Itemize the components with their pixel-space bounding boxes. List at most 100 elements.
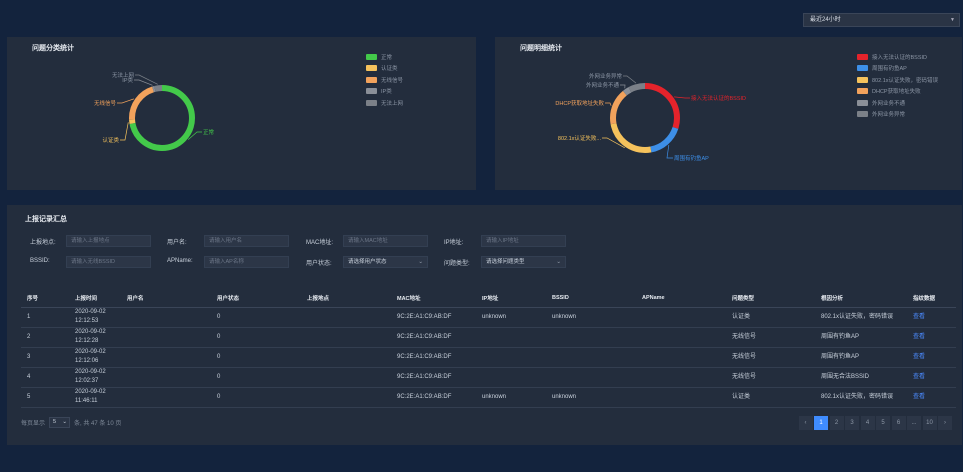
legend-label: IP类 [381, 89, 392, 96]
table-cell [546, 327, 636, 348]
legend-item[interactable]: 认证类 [366, 63, 403, 75]
legend-label: 正常 [381, 54, 393, 61]
table-row: 4 2020-09-02 12:02:37 0 9C:2E:A1:C9:AB:DF 无线… [21, 367, 956, 388]
legend-swatch [857, 76, 868, 83]
records-title: 上报记录汇总 [25, 216, 67, 223]
legend-item[interactable]: 接入无法认证的BSSID [857, 51, 938, 63]
table-cell [636, 367, 726, 388]
callout-label: 无线信号 [94, 99, 117, 107]
table-cell [636, 327, 726, 348]
table-cell: 9C:2E:A1:C9:AB:DF [391, 307, 476, 328]
prev-page-button[interactable]: ‹ [798, 416, 813, 430]
page-button[interactable]: 10 [922, 416, 937, 430]
legend-swatch [857, 111, 868, 118]
table-cell: 2 [21, 327, 69, 348]
table-cell: 2020-09-02 11:46:11 [69, 387, 121, 408]
table-cell: 认证类 [726, 387, 815, 408]
table-cell: 9C:2E:A1:C9:AB:DF [391, 327, 476, 348]
page-button[interactable]: 4 [860, 416, 875, 430]
callout-label: DHCP获取地址失败 [555, 99, 604, 107]
legend-item[interactable]: 外网业务不通 [857, 97, 938, 109]
view-fingerprint-link[interactable]: 查看 [907, 327, 956, 348]
table-cell [301, 307, 391, 328]
username-input[interactable]: 请输入用户名 [204, 235, 289, 247]
legend-item[interactable]: DHCP获取地址失败 [857, 86, 938, 98]
next-page-button[interactable]: › [938, 416, 952, 430]
column-header: 根因分析 [815, 290, 907, 308]
location-input[interactable]: 请输入上报地点 [66, 235, 151, 247]
legend-item[interactable]: 无法上网 [366, 97, 403, 109]
callout-line [623, 75, 637, 84]
table-cell [121, 347, 211, 368]
chevron-down-icon: ⌄ [556, 259, 561, 265]
table-cell [476, 347, 546, 368]
callout-label: 接入无法认证的BSSID [691, 94, 746, 102]
legend-item[interactable]: 周围有钓鱼AP [857, 63, 938, 75]
page-size-select[interactable]: 5 ⌄ [49, 417, 71, 428]
page-button[interactable]: 3 [845, 416, 859, 430]
column-header: MAC地址 [391, 290, 476, 308]
legend-label: 外网业务异常 [872, 112, 906, 119]
ip-label: IP地址: [444, 240, 464, 246]
table-cell: 4 [21, 367, 69, 388]
legend-item[interactable]: IP类 [366, 86, 403, 98]
callout-line [134, 79, 153, 86]
callout-label: 802.1x认证失败... [558, 134, 602, 142]
table-cell [121, 327, 211, 348]
table-cell: 无线信号 [726, 367, 815, 388]
legend-label: 周围有钓鱼AP [872, 66, 907, 73]
legend-label: 无线信号 [381, 77, 404, 84]
callout-line [666, 144, 673, 159]
legend-item[interactable]: 正常 [366, 51, 403, 63]
table-cell: 802.1x认证失败，密码错误 [815, 307, 907, 328]
legend-item[interactable]: 无线信号 [366, 74, 403, 86]
problem-detail-panel: 问题明细统计 接入无法认证的BSSID 周围有钓鱼AP 802.1x认证失败... D… [495, 37, 962, 190]
records-table: 序号 上报时间 用户名 用户状态 上报地点 MAC地址 IP地址 BSSID APName 问题类… [21, 290, 956, 408]
view-fingerprint-link[interactable]: 查看 [907, 367, 956, 388]
view-fingerprint-link[interactable]: 查看 [907, 347, 956, 368]
legend-item[interactable]: 外网业务异常 [857, 109, 938, 121]
page-button[interactable]: 1 [814, 416, 828, 430]
legend-swatch [857, 53, 868, 60]
page-button[interactable]: 2 [829, 416, 844, 430]
ip-input[interactable]: 请输入IP地址 [481, 235, 566, 247]
table-cell [301, 327, 391, 348]
table-cell: 0 [211, 307, 301, 328]
page-button[interactable]: 6 [891, 416, 906, 430]
table-cell: 周围有钓鱼AP [815, 327, 907, 348]
callout-line [120, 122, 129, 141]
time-range-select[interactable]: 最近24小时 ▼ [803, 13, 960, 27]
table-cell [636, 307, 726, 328]
column-header: 用户状态 [211, 290, 301, 308]
column-header: 问题类型 [726, 290, 815, 308]
view-fingerprint-link[interactable]: 查看 [907, 307, 956, 328]
legend-label: 802.1x认证失败，密码错误 [872, 77, 939, 84]
page-button[interactable]: ... [907, 416, 921, 430]
callout-label: 正常 [203, 128, 215, 136]
column-header: 上报时间 [69, 290, 121, 308]
table-cell: 周围有钓鱼AP [815, 347, 907, 368]
table-cell: 9C:2E:A1:C9:AB:DF [391, 387, 476, 408]
legend-swatch [366, 99, 377, 106]
username-label: 用户名: [167, 240, 187, 246]
apname-input[interactable]: 请输入AP名称 [204, 256, 289, 268]
legend-swatch [857, 99, 868, 106]
legend-swatch [857, 65, 868, 72]
status-select[interactable]: 请选择用户状态 ⌄ [343, 256, 428, 268]
pager-summary: 每页显示 5 ⌄ 条, 共 47 条 10 页 [21, 417, 121, 428]
legend-item[interactable]: 802.1x认证失败，密码错误 [857, 74, 938, 86]
type-select[interactable]: 请选择问题类型 ⌄ [481, 256, 566, 268]
page-button[interactable]: 5 [876, 416, 890, 430]
column-header: 上报地点 [301, 290, 391, 308]
table-cell [121, 387, 211, 408]
table-cell: 2020-09-02 12:02:37 [69, 367, 121, 388]
table-cell: 5 [21, 387, 69, 408]
view-fingerprint-link[interactable]: 查看 [907, 387, 956, 408]
chevron-down-icon: ⌄ [62, 419, 68, 425]
table-cell [636, 347, 726, 368]
bssid-input[interactable]: 请输入无线BSSID [66, 256, 151, 268]
mac-input[interactable]: 请输入MAC地址 [343, 235, 428, 247]
problem-category-donut-chart: 正常认证类无线信号IP类无法上网 [94, 71, 215, 151]
pager-prefix: 每页显示 [21, 421, 46, 427]
table-cell: 2020-09-02 12:12:53 [69, 307, 121, 328]
